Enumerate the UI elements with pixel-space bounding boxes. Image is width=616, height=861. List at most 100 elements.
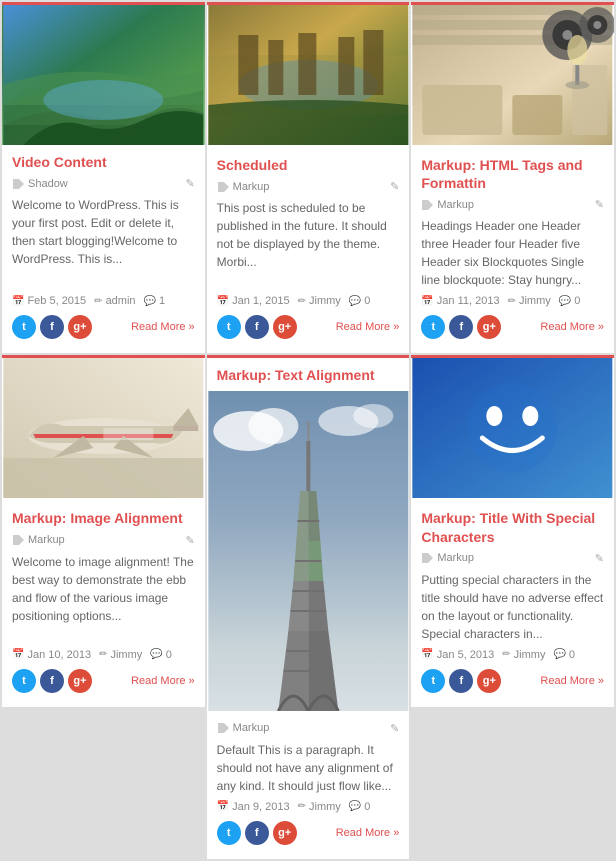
card-footer: t f g+ Read More » (421, 669, 604, 699)
facebook-button[interactable]: f (449, 669, 473, 693)
tag-row: Markup ✎ (12, 534, 195, 547)
card-footer: t f g+ Read More » (217, 821, 400, 851)
twitter-button[interactable]: t (217, 315, 241, 339)
tag-icon (217, 723, 229, 733)
read-more-link[interactable]: Read More » (540, 675, 604, 687)
card-image-html (411, 5, 614, 148)
social-icons: t f g+ (12, 315, 92, 339)
meta-comments: 💬 0 (553, 649, 575, 661)
author-icon: ✏ (99, 649, 107, 660)
read-more-link[interactable]: Read More » (336, 321, 400, 333)
meta-date: 📅 Feb 5, 2015 (12, 295, 86, 307)
facebook-button[interactable]: f (245, 821, 269, 845)
facebook-button[interactable]: f (40, 669, 64, 693)
card-title: Video Content (12, 153, 195, 171)
card-image-video (2, 5, 205, 145)
card-body-special: Markup: Title With Special Characters Ma… (411, 501, 614, 706)
read-more-link[interactable]: Read More » (336, 827, 400, 839)
twitter-button[interactable]: t (421, 315, 445, 339)
author-icon: ✏ (508, 296, 516, 307)
twitter-button[interactable]: t (12, 315, 36, 339)
social-icons: t f g+ (421, 669, 501, 693)
tag-label: Markup (437, 199, 474, 211)
card-image-scheduled (207, 5, 410, 148)
meta-author: ✏ Jimmy (508, 295, 551, 307)
tag-row: Markup ✎ (421, 198, 604, 211)
twitter-button[interactable]: t (217, 821, 241, 845)
tag-icon (421, 200, 433, 210)
meta-author: ✏ Jimmy (298, 295, 341, 307)
card-body-video: Video Content Shadow ✎ Welcome to WordPr… (2, 145, 205, 353)
card-image-alignment: Markup: Image Alignment Markup ✎ Welcome… (2, 355, 205, 706)
meta-date: 📅 Jan 1, 2015 (217, 295, 290, 307)
read-more-link[interactable]: Read More » (540, 321, 604, 333)
googleplus-button[interactable]: g+ (68, 669, 92, 693)
post-tag: Markup (217, 722, 270, 734)
card-scheduled: Scheduled Markup ✎ This post is schedule… (207, 2, 410, 353)
meta-date: 📅 Jan 10, 2013 (12, 649, 91, 661)
author-icon: ✏ (298, 801, 306, 812)
card-image-eiffel (207, 391, 410, 714)
calendar-icon: 📅 (12, 649, 24, 660)
card-excerpt: Welcome to image alignment! The best way… (12, 553, 195, 643)
meta-date: 📅 Jan 9, 2013 (217, 801, 290, 813)
calendar-icon: 📅 (12, 296, 24, 307)
card-footer: t f g+ Read More » (217, 315, 400, 345)
tag-icon (12, 179, 24, 189)
twitter-button[interactable]: t (12, 669, 36, 693)
post-tag: Markup (12, 534, 65, 546)
comment-icon: 💬 (559, 296, 571, 307)
card-footer: t f g+ Read More » (421, 315, 604, 345)
card-meta: 📅 Jan 11, 2013 ✏ Jimmy 💬 0 (421, 295, 604, 307)
calendar-icon: 📅 (217, 296, 229, 307)
social-icons: t f g+ (12, 669, 92, 693)
tag-row: Shadow ✎ (12, 177, 195, 190)
meta-comments: 💬 0 (349, 801, 371, 813)
meta-author: ✏ admin (94, 295, 135, 307)
card-image-align (2, 358, 205, 501)
social-icons: t f g+ (217, 315, 297, 339)
facebook-button[interactable]: f (245, 315, 269, 339)
facebook-button[interactable]: f (449, 315, 473, 339)
author-icon: ✏ (298, 296, 306, 307)
meta-comments: 💬 0 (559, 295, 581, 307)
card-meta: 📅 Jan 10, 2013 ✏ Jimmy 💬 0 (12, 649, 195, 661)
card-body-scheduled: Scheduled Markup ✎ This post is schedule… (207, 148, 410, 353)
calendar-icon: 📅 (421, 649, 433, 660)
tag-row: Markup ✎ (217, 722, 400, 735)
card-excerpt: This post is scheduled to be published i… (217, 199, 400, 289)
facebook-button[interactable]: f (40, 315, 64, 339)
twitter-button[interactable]: t (421, 669, 445, 693)
edit-icon[interactable]: ✎ (185, 534, 194, 547)
read-more-link[interactable]: Read More » (131, 321, 195, 333)
card-footer: t f g+ Read More » (12, 315, 195, 345)
card-body-align: Markup: Image Alignment Markup ✎ Welcome… (2, 501, 205, 706)
tag-label: Markup (437, 552, 474, 564)
calendar-icon: 📅 (421, 296, 433, 307)
post-tag: Markup (421, 199, 474, 211)
edit-icon[interactable]: ✎ (185, 177, 194, 190)
card-body-text-align: Markup ✎ Default This is a paragraph. It… (207, 714, 410, 859)
tag-icon (12, 535, 24, 545)
comment-icon: 💬 (349, 801, 361, 812)
card-title-special: Markup: Title With Special Characters Ma… (411, 355, 614, 706)
meta-author: ✏ Jimmy (99, 649, 142, 661)
googleplus-button[interactable]: g+ (477, 669, 501, 693)
googleplus-button[interactable]: g+ (273, 315, 297, 339)
edit-icon[interactable]: ✎ (595, 552, 604, 565)
edit-icon[interactable]: ✎ (390, 722, 399, 735)
card-meta: 📅 Jan 5, 2013 ✏ Jimmy 💬 0 (421, 649, 604, 661)
tag-label: Markup (28, 534, 65, 546)
meta-date: 📅 Jan 11, 2013 (421, 295, 499, 307)
tag-icon (217, 182, 229, 192)
card-excerpt: Putting special characters in the title … (421, 571, 604, 643)
edit-icon[interactable]: ✎ (390, 180, 399, 193)
comment-icon: 💬 (553, 649, 565, 660)
edit-icon[interactable]: ✎ (595, 198, 604, 211)
googleplus-button[interactable]: g+ (68, 315, 92, 339)
googleplus-button[interactable]: g+ (273, 821, 297, 845)
author-icon: ✏ (94, 296, 102, 307)
read-more-link[interactable]: Read More » (131, 675, 195, 687)
card-excerpt: Headings Header one Header three Header … (421, 217, 604, 289)
googleplus-button[interactable]: g+ (477, 315, 501, 339)
